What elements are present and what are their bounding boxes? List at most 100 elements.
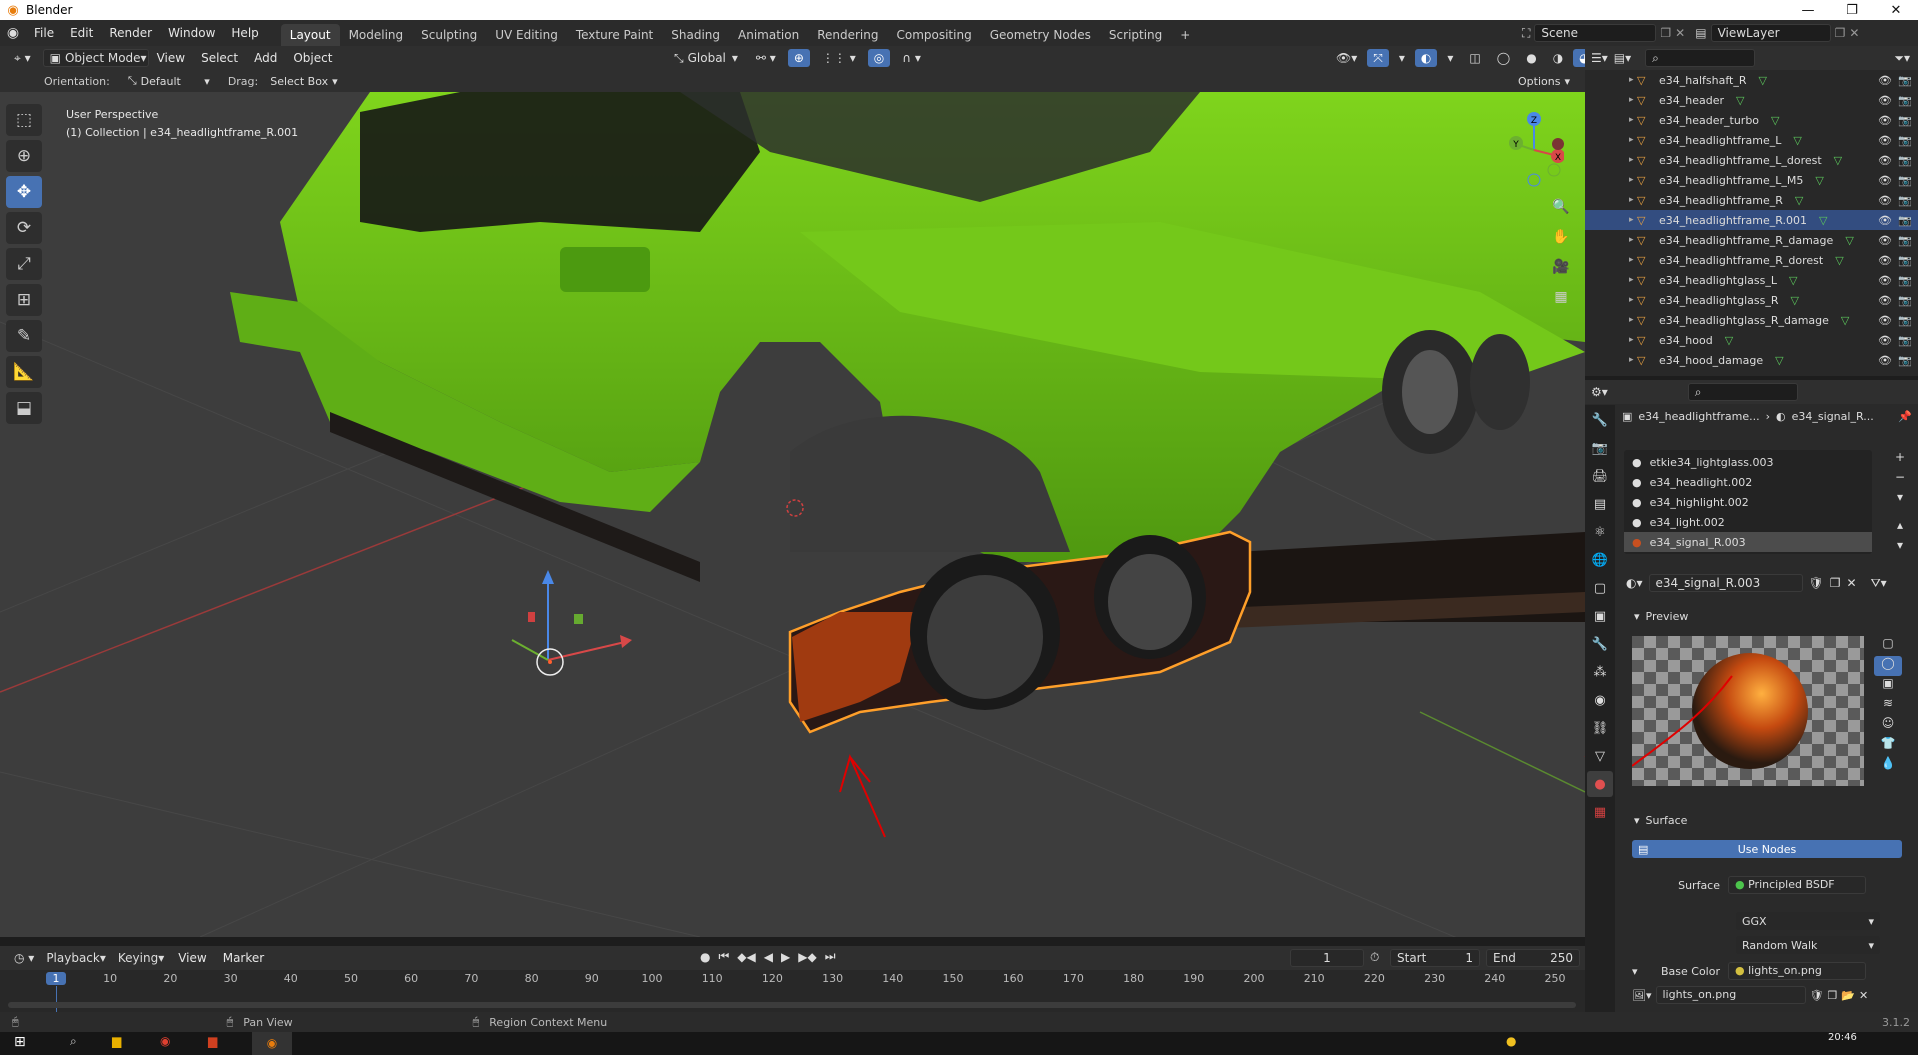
outliner-item[interactable]: ▸ ▽ e34_halfshaft_R ▽ 👁 📷 <box>1585 70 1918 90</box>
outliner-editor-icon[interactable]: ☰▾ <box>1591 51 1608 65</box>
gizmo-icon[interactable]: ⤧ <box>1367 49 1389 67</box>
chrome-icon[interactable]: ◉ <box>160 1034 170 1048</box>
expand-arrow-icon[interactable]: ▸ <box>1585 75 1637 85</box>
mesh-data-icon[interactable]: ▽ <box>1845 234 1853 247</box>
eye-icon[interactable]: 👁 <box>1878 314 1892 327</box>
expand-arrow-icon[interactable]: ▸ <box>1585 195 1637 205</box>
add-workspace-icon[interactable]: + <box>1171 24 1199 46</box>
world-tab-icon[interactable]: 🌐 <box>1587 547 1613 573</box>
jump-end-icon[interactable]: ⏭ <box>825 949 836 964</box>
editor-type-icon[interactable]: ⌖ ▾ <box>8 49 37 67</box>
viewport-scene[interactable] <box>0 92 1585 937</box>
expand-arrow-icon[interactable]: ▸ <box>1585 175 1637 185</box>
record-icon[interactable]: ● <box>700 950 710 964</box>
fake-user-icon[interactable]: 🛡 <box>1809 576 1824 590</box>
expand-arrow-icon[interactable]: ▸ <box>1585 355 1637 365</box>
move-slot-down-icon[interactable]: ▾ <box>1890 538 1910 558</box>
preview-hair-icon[interactable]: ≋ <box>1874 696 1902 716</box>
keying-menu[interactable]: Keying ▾ <box>112 949 170 967</box>
notification-icon[interactable]: ● <box>1506 1034 1516 1048</box>
render-camera-icon[interactable]: 📷 <box>1898 214 1912 227</box>
expand-arrow-icon[interactable]: ▸ <box>1585 115 1637 125</box>
image-name-field[interactable]: lights_on.png <box>1655 986 1806 1004</box>
outliner-item[interactable]: ▸ ▽ e34_headlightframe_R ▽ 👁 📷 <box>1585 190 1918 210</box>
scene-new-icon[interactable]: ❐ <box>1660 26 1671 40</box>
play-icon[interactable]: ▶ <box>781 950 790 964</box>
visibility-icon[interactable]: 👁▾ <box>1330 49 1363 67</box>
timeline-menu-view[interactable]: View <box>170 945 214 971</box>
wireframe-shading-icon[interactable]: ◯ <box>1491 49 1516 67</box>
constraints-tab-icon[interactable]: ⛓ <box>1587 715 1613 741</box>
properties-editor-icon[interactable]: ⚙▾ <box>1591 385 1608 399</box>
output-tab-icon[interactable]: 🖨 <box>1587 463 1613 489</box>
xray-icon[interactable]: ◫ <box>1463 49 1486 67</box>
cursor-tool-icon[interactable]: ⊕ <box>6 140 42 172</box>
render-camera-icon[interactable]: 📷 <box>1898 194 1912 207</box>
material-name-field[interactable]: e34_signal_R.003 <box>1648 574 1803 592</box>
material-slot-item[interactable]: ● etkie34_lightglass.003 <box>1624 452 1872 472</box>
file-explorer-icon[interactable]: ▆ <box>112 1034 121 1048</box>
eye-icon[interactable]: 👁 <box>1878 354 1892 367</box>
render-camera-icon[interactable]: 📷 <box>1898 234 1912 247</box>
mesh-data-icon[interactable]: ▽ <box>1725 334 1733 347</box>
mesh-data-icon[interactable]: ▽ <box>1791 294 1799 307</box>
mesh-data-icon[interactable]: ▽ <box>1789 274 1797 287</box>
use-nodes-button[interactable]: ▤ Use Nodes <box>1632 840 1902 858</box>
expand-arrow-icon[interactable]: ▸ <box>1585 135 1637 145</box>
rotate-tool-icon[interactable]: ⟳ <box>6 212 42 244</box>
tab-shading[interactable]: Shading <box>662 24 729 46</box>
render-tab-icon[interactable]: 📷 <box>1587 435 1613 461</box>
render-camera-icon[interactable]: 📷 <box>1898 134 1912 147</box>
eye-icon[interactable]: 👁 <box>1878 194 1892 207</box>
tab-animation[interactable]: Animation <box>729 24 808 46</box>
menu-file[interactable]: File <box>26 20 62 46</box>
expand-arrow-icon[interactable]: ▸ <box>1585 255 1637 265</box>
eye-icon[interactable]: 👁 <box>1878 334 1892 347</box>
modifier-tab-icon[interactable]: 🔧 <box>1587 631 1613 657</box>
material-shading-icon[interactable]: ◑ <box>1547 49 1569 67</box>
timeline-editor-icon[interactable]: ◷ ▾ <box>8 949 40 967</box>
preview-fluid-icon[interactable]: 💧 <box>1874 756 1902 776</box>
display-mode-icon[interactable]: ▤▾ <box>1614 51 1631 65</box>
base-color-field[interactable]: ● lights_on.png <box>1728 962 1866 980</box>
eye-icon[interactable]: 👁 <box>1878 174 1892 187</box>
snap-icon[interactable]: ⊕ <box>787 49 810 67</box>
eye-icon[interactable]: 👁 <box>1878 94 1892 107</box>
pin-icon[interactable]: 📌 <box>1898 410 1912 423</box>
play-reverse-icon[interactable]: ◀ <box>764 950 773 964</box>
current-frame-field[interactable]: 1 <box>1290 949 1364 967</box>
scene-tab-icon[interactable]: ⚛ <box>1587 519 1613 545</box>
material-slot-item[interactable]: ● e34_signal_R.003 <box>1624 532 1872 552</box>
stopwatch-icon[interactable]: ⏱ <box>1370 950 1379 965</box>
proportional-editing-icon[interactable]: ◎ <box>867 49 891 67</box>
measure-tool-icon[interactable]: 📐 <box>6 356 42 388</box>
eye-icon[interactable]: 👁 <box>1878 154 1892 167</box>
mode-dropdown[interactable]: ▣ Object Mode ▾ <box>42 49 149 67</box>
close-button[interactable]: ✕ <box>1874 0 1918 20</box>
material-tab-icon[interactable]: ● <box>1587 771 1613 797</box>
outliner-search-input[interactable]: ⌕ <box>1645 49 1756 67</box>
tab-rendering[interactable]: Rendering <box>808 24 887 46</box>
outliner-item[interactable]: ▸ ▽ e34_headlightglass_R ▽ 👁 📷 <box>1585 290 1918 310</box>
mesh-data-icon[interactable]: ▽ <box>1841 314 1849 327</box>
preview-sphere-icon[interactable]: ◯ <box>1874 656 1902 676</box>
render-camera-icon[interactable]: 📷 <box>1898 274 1912 287</box>
gizmo-dropdown-icon[interactable]: ▾ <box>1393 49 1411 67</box>
image-open-icon[interactable]: 📂 <box>1841 989 1855 1002</box>
drag-dropdown[interactable]: Select Box ▾ <box>264 72 343 90</box>
blender-taskbar-icon[interactable]: ◉ <box>252 1032 292 1055</box>
menu-render[interactable]: Render <box>101 20 160 46</box>
navigation-gizmo[interactable]: Z X Y <box>1502 110 1565 190</box>
eye-icon[interactable]: 👁 <box>1878 234 1892 247</box>
unlink-material-icon[interactable]: ✕ <box>1847 576 1857 590</box>
particles-tab-icon[interactable]: ⁂ <box>1587 659 1613 685</box>
mesh-data-icon[interactable]: ▽ <box>1736 94 1744 107</box>
tab-compositing[interactable]: Compositing <box>887 24 980 46</box>
material-slot-item[interactable]: ● e34_light.002 <box>1624 512 1872 532</box>
outliner-item[interactable]: ▸ ▽ e34_headlightglass_R_damage ▽ 👁 📷 <box>1585 310 1918 330</box>
viewport-menu-select[interactable]: Select <box>193 45 246 71</box>
options-dropdown[interactable]: Options ▾ <box>1512 72 1576 90</box>
image-browse-icon[interactable]: 🖼▾ <box>1632 989 1652 1002</box>
scale-tool-icon[interactable]: ⤢ <box>6 248 42 280</box>
object-tab-icon[interactable]: ▣ <box>1587 603 1613 629</box>
